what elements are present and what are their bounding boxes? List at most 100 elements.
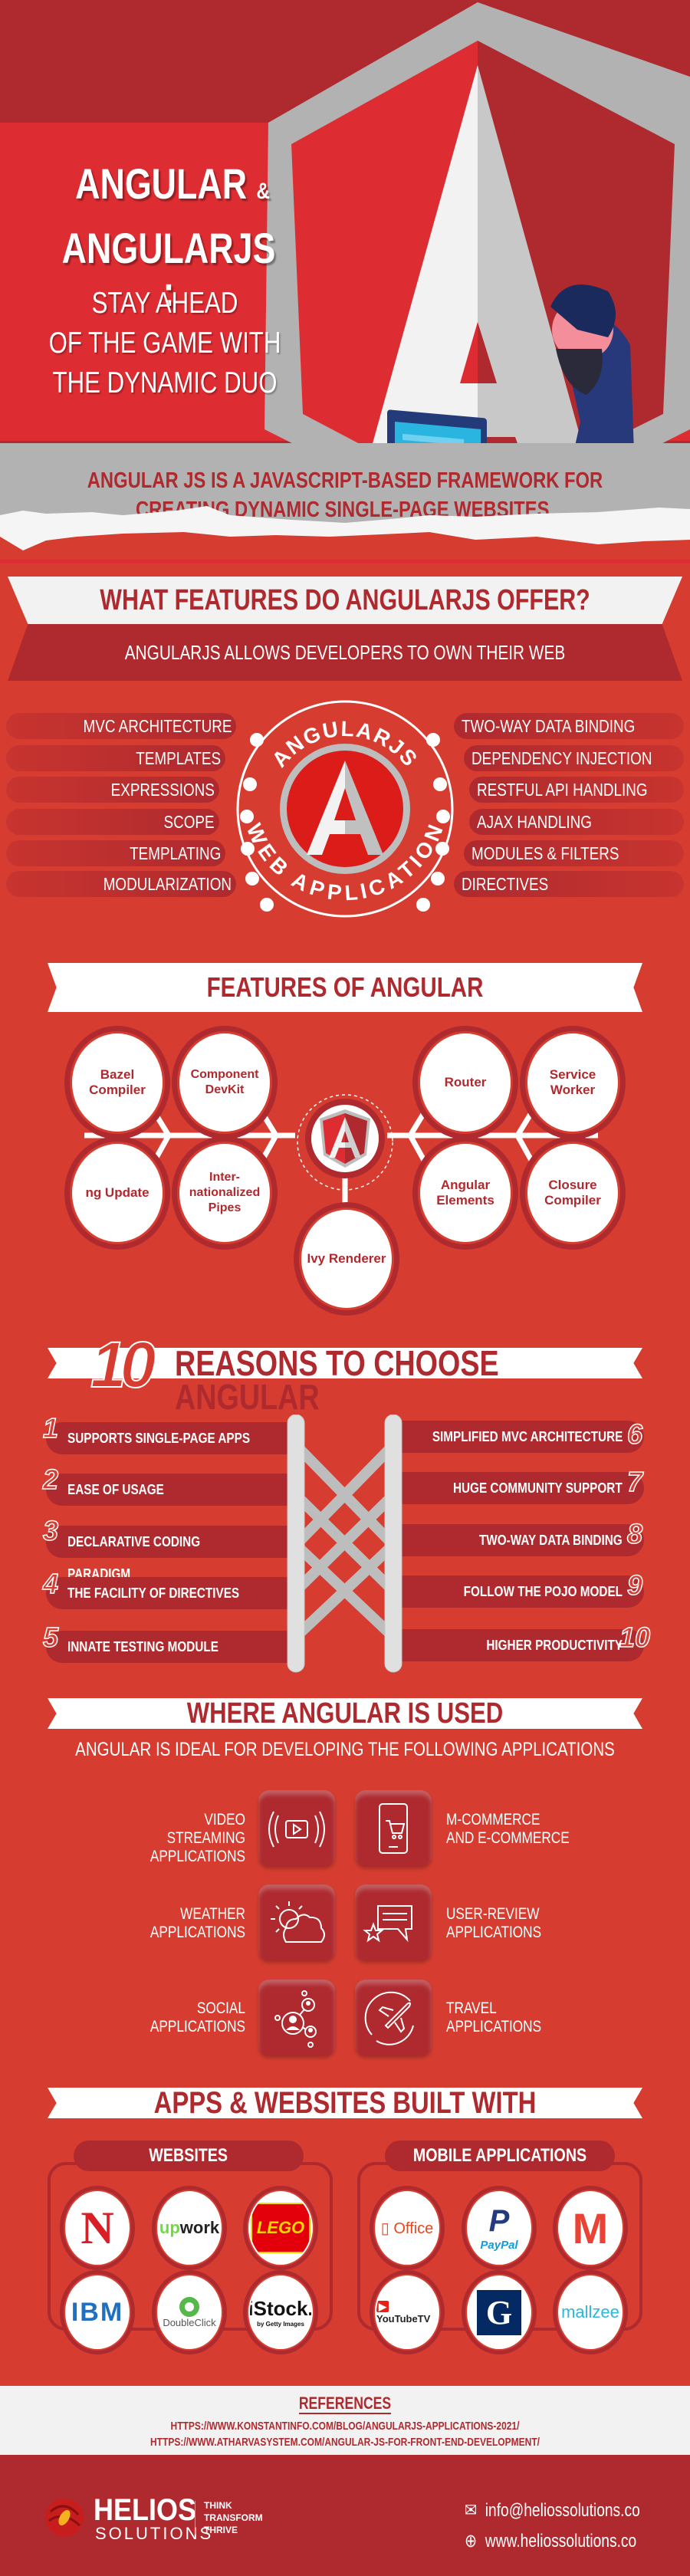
logo-guardian: G <box>467 2275 531 2349</box>
reason-item: EASE OF USAGE <box>46 1474 293 1506</box>
brand-name: HELIOS <box>94 2493 197 2527</box>
features-angular-ribbon: FEATURES OF ANGULAR <box>48 963 642 1012</box>
feature-pill-right: DEPENDENCY INJECTION <box>464 745 684 771</box>
reason-number: 4 <box>42 1567 59 1600</box>
reasons-heading-number: 10 <box>90 1329 156 1401</box>
social-network-icon <box>274 1990 317 2048</box>
built-with-ribbon: APPS & WEBSITES BUILT WITH ANGULAR <box>48 2088 642 2118</box>
feature-pill-right: TWO-WAY DATA BINDING <box>454 713 684 739</box>
logo-upwork: upwork <box>157 2191 222 2265</box>
envelope-icon: ✉ <box>465 2500 478 2521</box>
reason-number: 7 <box>626 1465 643 1498</box>
feature-node-router: Router <box>420 1033 511 1132</box>
angular-logo-center <box>297 1094 393 1191</box>
where-used-ribbon: WHERE ANGULAR IS USED <box>48 1698 642 1729</box>
tile-video-streaming <box>258 1790 335 1867</box>
feature-node-closure-compiler: Closure Compiler <box>527 1144 618 1242</box>
features-angular-heading: FEATURES OF ANGULAR <box>206 971 484 1003</box>
hero-title-line1: ANGULAR & <box>68 163 277 205</box>
logo-doubleclick: DoubleClick <box>157 2275 222 2349</box>
footer: HELIOS SOLUTIONS THINK TRANSFORM THRIVE ✉ … <box>0 2455 690 2576</box>
contact-website[interactable]: ⊕ www.heliossolutions.co <box>465 2532 636 2551</box>
angularjs-subheading-banner: ANGULARJS ALLOWS DEVELOPERS TO OWN THEIR… <box>8 624 682 681</box>
feature-pill-right: MODULES & FILTERS <box>464 840 684 866</box>
mobile-cart-icon <box>379 1803 408 1854</box>
brand-subname: SOLUTIONS <box>95 2524 214 2543</box>
feature-node-bazel-compiler: Bazel Compiler <box>72 1033 163 1132</box>
logo-paypal: P PayPal <box>467 2191 531 2265</box>
airplane-icon <box>364 1991 414 2045</box>
reason-item: HUGE COMMUNITY SUPPORT <box>397 1472 644 1504</box>
references-heading: REFERENCES <box>298 2394 392 2414</box>
reasons-heading: REASONS TO CHOOSE ANGULAR <box>175 1343 499 1417</box>
weather-icon <box>271 1901 325 1943</box>
reason-item: FOLLOW THE POJO MODEL <box>397 1576 644 1608</box>
logo-gmail: M <box>558 2191 623 2265</box>
tile-weather <box>258 1884 335 1961</box>
feature-pill-left: SCOPE <box>6 809 219 835</box>
angularjs-badge: ANGULARJS WEB APPLICATION <box>236 700 454 918</box>
logo-istock: iStock. by Getty Images <box>248 2275 313 2349</box>
helios-logo-icon <box>45 2499 84 2537</box>
feature-pill-left: TEMPLATING <box>6 840 225 866</box>
reason-number: 1 <box>42 1411 59 1444</box>
tile-social <box>258 1980 335 2056</box>
use-label: WEATHER APPLICATIONS <box>150 1905 245 1941</box>
feature-node-service-worker: Service Worker <box>527 1033 618 1132</box>
feature-pill-left: TEMPLATES <box>6 745 225 771</box>
contact-email[interactable]: ✉ info@heliossolutions.co <box>465 2501 640 2521</box>
logo-mallzee: mallzee <box>558 2275 623 2349</box>
where-used-heading: WHERE ANGULAR IS USED <box>186 1697 504 1730</box>
hero-title-angular: ANGULAR <box>75 159 248 208</box>
reason-item: DECLARATIVE CODING PARADIGM <box>46 1526 293 1582</box>
reason-number: 5 <box>42 1621 59 1654</box>
angularjs-heading: WHAT FEATURES DO ANGULARJS OFFER? <box>100 584 590 616</box>
hero-title-amp: & <box>256 179 270 204</box>
logo-office: ▯ Office <box>375 2191 439 2265</box>
video-streaming-icon <box>268 1811 325 1848</box>
globe-icon: ⊕ <box>465 2531 478 2551</box>
hero-subtitle-line: STAY AHEAD <box>91 287 238 320</box>
reason-item: HIGHER PRODUCTIVITY <box>397 1629 644 1661</box>
reference-link[interactable]: HTTPS://WWW.ATHARVASYSTEM.COM/ANGULAR-JS… <box>69 2434 621 2450</box>
use-label: USER-REVIEW APPLICATIONS <box>446 1905 542 1941</box>
hero-subtitle-line: OF THE GAME WITH <box>48 327 281 360</box>
where-used-subheading: ANGULAR IS IDEAL FOR DEVELOPING THE FOLL… <box>75 1739 615 1760</box>
feature-node-internationalized-pipes: Inter- nationalized Pipes <box>179 1144 270 1242</box>
tile-m-commerce <box>355 1790 432 1867</box>
reason-item: THE FACILITY OF DIRECTIVES <box>46 1577 293 1609</box>
reason-number: 3 <box>42 1514 59 1547</box>
feature-pill-right: DIRECTIVES <box>454 871 684 897</box>
built-with-heading: APPS & WEBSITES BUILT WITH ANGULAR <box>153 2086 537 2150</box>
feature-pill-right: RESTFUL API HANDLING <box>469 777 684 803</box>
feature-pill-left: EXPRESSIONS <box>6 777 219 803</box>
tile-travel <box>355 1980 432 2056</box>
reason-item: SIMPLIFIED MVC ARCHITECTURE <box>397 1421 644 1453</box>
reason-item: SUPPORTS SINGLE-PAGE APPS <box>46 1422 293 1454</box>
review-chat-icon <box>363 1905 412 1943</box>
angularjs-heading-banner: WHAT FEATURES DO ANGULARJS OFFER? <box>8 577 682 624</box>
logo-youtube-tv: ▶ YouTubeTV <box>375 2275 439 2349</box>
feature-node-ivy-renderer: Ivy Renderer <box>301 1210 392 1308</box>
feature-node-ng-update: ng Update <box>72 1144 163 1242</box>
feature-pill-left: MODULARIZATION <box>6 871 236 897</box>
mobile-apps-tab: MOBILE APPLICATIONS <box>385 2141 615 2171</box>
logo-ibm: IBM <box>65 2275 130 2349</box>
tile-user-review <box>355 1884 432 1961</box>
brand-tagline: THINK TRANSFORM THRIVE <box>204 2500 263 2535</box>
logo-lego: LEGO <box>248 2191 313 2265</box>
reference-link[interactable]: HTTPS://WWW.KONSTANTINFO.COM/BLOG/ANGULA… <box>69 2418 621 2434</box>
use-label: M-COMMERCE AND E-COMMERCE <box>446 1811 570 1847</box>
use-label: SOCIAL APPLICATIONS <box>150 1999 245 2036</box>
feature-pill-left: MVC ARCHITECTURE <box>6 713 236 739</box>
references-section: REFERENCES HTTPS://WWW.KONSTANTINFO.COM/… <box>0 2386 690 2455</box>
use-label: TRAVEL APPLICATIONS <box>446 1999 542 2036</box>
reason-item: TWO-WAY DATA BINDING <box>397 1524 644 1556</box>
reason-number: 6 <box>626 1418 643 1451</box>
feature-node-angular-elements: Angular Elements <box>420 1144 511 1242</box>
ladder-graphic <box>287 1414 402 1673</box>
logo-netflix: N <box>65 2191 130 2265</box>
reason-number: 2 <box>42 1463 59 1496</box>
reason-number: 8 <box>626 1517 643 1550</box>
use-label: VIDEO STREAMING APPLICATIONS <box>150 1811 245 1865</box>
